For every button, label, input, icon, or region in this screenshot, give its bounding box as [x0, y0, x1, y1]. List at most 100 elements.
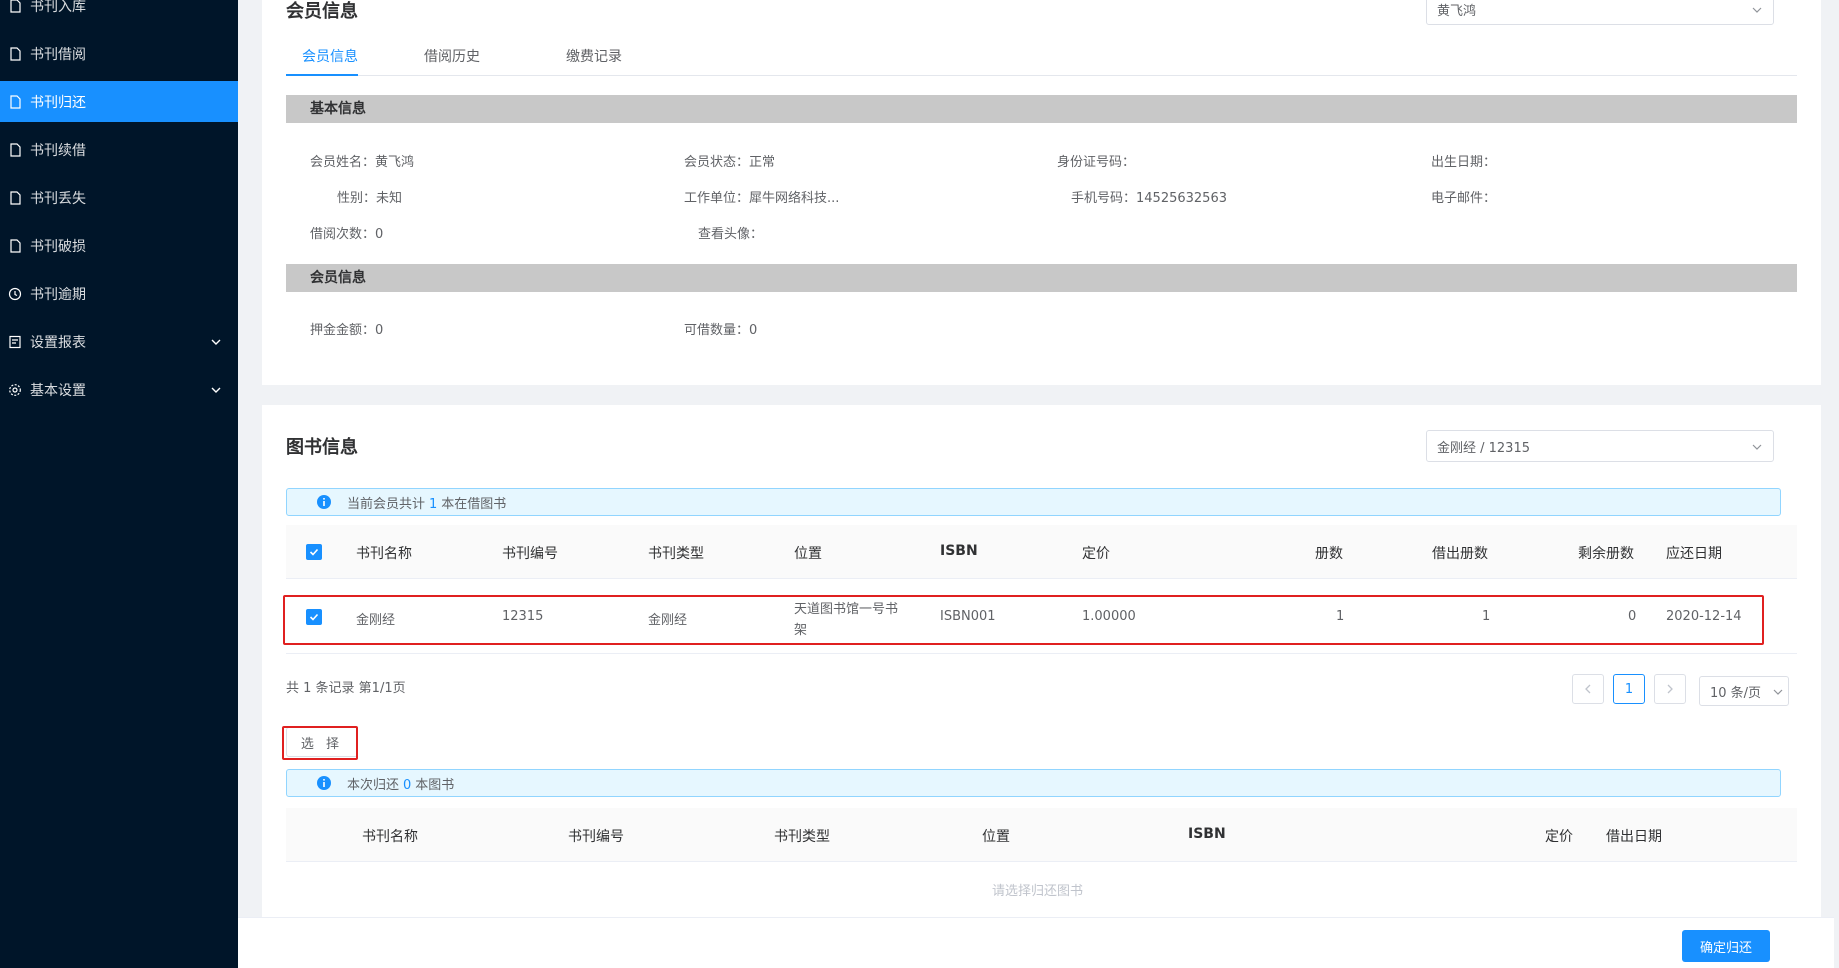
check-icon: [309, 548, 319, 556]
basic-info-section: 基本信息: [286, 95, 1797, 123]
books-title: 图书信息: [286, 437, 358, 458]
select-all-checkbox[interactable]: [306, 544, 322, 560]
alert-text: 当前会员共计 1 本在借图书: [347, 496, 507, 512]
check-icon: [309, 613, 319, 621]
column-header: 剩余册数: [1578, 546, 1634, 562]
sidebar: 书刊入库 书刊借阅 书刊归还 书刊续借 书刊丢失 书刊破损 书刊逾期 设置报表 …: [0, 0, 238, 968]
main-content: 会员信息 黄飞鸿 会员信息 借阅历史 缴费记录 基本信息 会员姓名：黄飞鸿 会员…: [238, 0, 1839, 968]
chevron-down-icon: [211, 387, 221, 393]
next-page-button[interactable]: [1654, 674, 1686, 704]
column-header: 定价: [1545, 829, 1573, 845]
chevron-right-icon: [1667, 684, 1673, 694]
column-header: 册数: [1315, 546, 1343, 562]
column-header: 书刊编号: [502, 546, 558, 562]
deposit-field: 押金金额：0: [310, 323, 384, 338]
column-header: 书刊类型: [774, 829, 830, 845]
table-row[interactable]: 金刚经 12315 金刚经 天道图书馆一号书架 ISBN001 1.00000 …: [286, 580, 1797, 654]
cell-due-date: 2020-12-14: [1666, 609, 1742, 624]
column-header: ISBN: [940, 543, 978, 559]
file-icon: [8, 0, 22, 13]
sidebar-item-return[interactable]: 书刊归还: [0, 81, 238, 122]
sidebar-item-label: 书刊丢失: [30, 191, 86, 207]
member-select[interactable]: 黄飞鸿: [1426, 0, 1774, 25]
sidebar-item-label: 书刊续借: [30, 143, 86, 159]
member-borrow-count-field: 借阅次数：0: [310, 227, 384, 242]
footer-bar: 确定归还: [238, 917, 1839, 968]
pagination-summary: 共 1 条记录 第1/1页: [286, 681, 406, 696]
member-work-field: 工作单位：犀牛网络科技...: [684, 191, 840, 206]
column-header: 书刊名称: [362, 829, 418, 845]
chevron-down-icon: [1752, 444, 1762, 450]
member-info-section: 会员信息: [286, 264, 1797, 292]
sidebar-item-label: 书刊破损: [30, 239, 86, 255]
member-card: 会员信息 黄飞鸿 会员信息 借阅历史 缴费记录 基本信息 会员姓名：黄飞鸿 会员…: [262, 0, 1821, 385]
column-header: 应还日期: [1666, 546, 1722, 562]
info-icon: [317, 776, 331, 790]
book-select-value: 金刚经 / 12315: [1437, 440, 1530, 456]
sidebar-item-reports[interactable]: 设置报表: [0, 322, 238, 362]
member-birth-field: 出生日期：: [1431, 155, 1497, 170]
info-icon: [317, 495, 331, 509]
cell-type: 金刚经: [648, 613, 688, 628]
column-header: 位置: [794, 546, 822, 562]
column-header: 书刊编号: [568, 829, 624, 845]
member-avatar-link[interactable]: 查看头像：: [698, 223, 763, 242]
chevron-down-icon: [1773, 689, 1783, 695]
sidebar-item-label: 书刊归还: [30, 94, 86, 111]
file-icon: [8, 143, 22, 157]
sidebar-item-borrow[interactable]: 书刊借阅: [0, 34, 238, 74]
sidebar-item-label: 设置报表: [30, 335, 86, 351]
tab-member-info[interactable]: 会员信息: [302, 46, 358, 76]
member-id-field: 身份证号码：: [1057, 155, 1136, 170]
sidebar-item-overdue[interactable]: 书刊逾期: [0, 274, 238, 314]
file-icon: [8, 94, 22, 109]
row-checkbox[interactable]: [306, 609, 322, 625]
column-header: 书刊类型: [648, 546, 704, 562]
sidebar-item-label: 书刊入库: [30, 0, 86, 15]
sidebar-item-settings[interactable]: 基本设置: [0, 370, 238, 410]
column-header: 位置: [982, 829, 1010, 845]
quota-field: 可借数量：0: [684, 323, 758, 338]
member-select-value: 黄飞鸿: [1437, 3, 1477, 19]
cell-code: 12315: [502, 609, 544, 624]
cell-copies: 1: [1336, 609, 1345, 624]
sidebar-item-stock-in[interactable]: 书刊入库: [0, 0, 238, 26]
tab-borrow-history[interactable]: 借阅历史: [424, 46, 480, 76]
member-email-field: 电子邮件：: [1431, 191, 1497, 206]
member-status-field: 会员状态：正常: [684, 155, 776, 170]
member-title: 会员信息: [286, 1, 358, 22]
page-button-1[interactable]: 1: [1613, 674, 1645, 704]
tab-payment-records[interactable]: 缴费记录: [566, 46, 622, 76]
sidebar-item-lost[interactable]: 书刊丢失: [0, 178, 238, 218]
borrowed-table-header: 书刊名称 书刊编号 书刊类型 位置 ISBN 定价 册数 借出册数 剩余册数 应…: [286, 525, 1797, 579]
member-tabs: 会员信息 借阅历史 缴费记录: [286, 40, 1797, 76]
sidebar-item-damaged[interactable]: 书刊破损: [0, 226, 238, 266]
file-icon: [8, 47, 22, 61]
page-scrollbar[interactable]: [1834, 0, 1839, 968]
select-button[interactable]: 选 择: [286, 727, 358, 757]
member-gender-field: 性别：未知: [337, 191, 403, 206]
gear-icon: [8, 383, 22, 397]
file-icon: [8, 191, 22, 205]
file-icon: [8, 239, 22, 253]
chevron-down-icon: [211, 339, 221, 345]
sidebar-item-label: 基本设置: [30, 383, 86, 399]
chevron-down-icon: [1752, 7, 1762, 13]
return-alert: 本次归还 0 本图书: [286, 769, 1781, 797]
sidebar-item-renew[interactable]: 书刊续借: [0, 130, 238, 170]
cell-name: 金刚经: [356, 613, 396, 628]
empty-placeholder: 请选择归还图书: [992, 884, 1084, 899]
cell-lent: 1: [1482, 609, 1491, 624]
column-header: 书刊名称: [356, 546, 412, 562]
book-select[interactable]: 金刚经 / 12315: [1426, 430, 1774, 462]
tab-active-indicator: [286, 74, 358, 76]
cell-location: 天道图书馆一号书架: [794, 602, 899, 638]
confirm-return-button[interactable]: 确定归还: [1682, 930, 1770, 962]
cell-isbn: ISBN001: [940, 609, 996, 624]
chevron-left-icon: [1585, 684, 1591, 694]
member-phone-field: 手机号码：14525632563: [1071, 191, 1227, 206]
cell-price: 1.00000: [1082, 609, 1136, 624]
prev-page-button[interactable]: [1572, 674, 1604, 704]
page-size-select[interactable]: 10 条/页: [1699, 676, 1789, 706]
borrowed-alert: 当前会员共计 1 本在借图书: [286, 488, 1781, 516]
